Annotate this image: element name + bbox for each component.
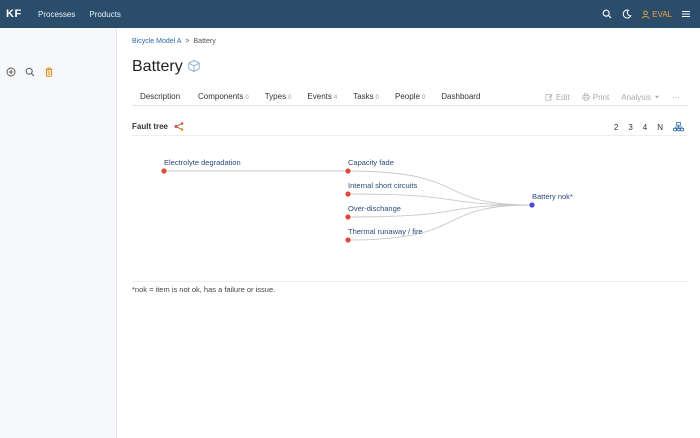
tree-node-battery-nok[interactable] bbox=[529, 202, 535, 208]
page-title: Battery bbox=[132, 58, 201, 76]
add-circle-icon[interactable] bbox=[5, 66, 16, 77]
tab-bar: Description Components 0 Types 0 Events 4 T… bbox=[132, 88, 688, 106]
breadcrumb-separator: > bbox=[185, 38, 190, 45]
breadcrumb-parent[interactable]: Bicycle Model A bbox=[132, 38, 181, 45]
sidebar-tools bbox=[5, 66, 54, 77]
tree-label[interactable]: Electrolyte degradation bbox=[164, 158, 241, 167]
tree-node-electrolyte-degradation[interactable] bbox=[161, 168, 167, 174]
breadcrumb-current: Battery bbox=[193, 38, 216, 45]
depth-button-2[interactable]: 2 bbox=[614, 123, 618, 132]
tab-label: Components bbox=[198, 92, 244, 101]
tree-label[interactable]: Capacity fade bbox=[348, 158, 394, 167]
caret-down-icon bbox=[654, 95, 660, 99]
hierarchy-icon[interactable] bbox=[673, 122, 684, 132]
section-title: Fault tree bbox=[132, 122, 169, 131]
user-menu[interactable]: EVAL bbox=[641, 10, 672, 19]
tab-events[interactable]: Events 4 bbox=[307, 92, 337, 101]
top-navbar: KF Processes Products EVAL bbox=[0, 0, 700, 28]
tree-node-over-dischange[interactable] bbox=[345, 214, 351, 220]
tab-description[interactable]: Description bbox=[140, 92, 182, 101]
fault-tree-diagram: Electrolyte degradation Capacity fade In… bbox=[161, 158, 573, 243]
tab-count: 0 bbox=[375, 95, 380, 101]
tab-count: 0 bbox=[421, 95, 426, 101]
tree-label[interactable]: Internal short circuits bbox=[348, 181, 417, 190]
sidebar bbox=[0, 28, 117, 438]
menu-icon[interactable] bbox=[680, 8, 692, 20]
moon-icon[interactable] bbox=[621, 8, 633, 20]
tab-people[interactable]: People 0 bbox=[395, 92, 425, 101]
analysis-dropdown[interactable]: Analysis bbox=[621, 93, 660, 102]
more-button[interactable]: ··· bbox=[672, 93, 680, 102]
fault-tree-icon bbox=[174, 122, 184, 131]
depth-button-4[interactable]: 4 bbox=[643, 123, 647, 132]
tree-label[interactable]: Over-dischange bbox=[348, 204, 401, 213]
depth-button-n[interactable]: N bbox=[657, 123, 663, 132]
tree-node-internal-short-circuits[interactable] bbox=[345, 191, 351, 197]
tree-label[interactable]: Battery nok* bbox=[532, 192, 573, 201]
depth-button-3[interactable]: 3 bbox=[628, 123, 632, 132]
analysis-label: Analysis bbox=[621, 92, 651, 102]
tree-node-capacity-fade[interactable] bbox=[345, 168, 351, 174]
edit-button[interactable]: Edit bbox=[545, 93, 570, 102]
nav-products[interactable]: Products bbox=[89, 10, 121, 19]
tab-tasks[interactable]: Tasks 0 bbox=[353, 92, 379, 101]
trash-icon[interactable] bbox=[43, 66, 54, 77]
tab-actions: Edit Print Analysis ··· bbox=[545, 88, 680, 106]
tab-label: Description bbox=[140, 92, 181, 101]
tab-count: 0 bbox=[245, 95, 249, 101]
footnote: *nok = item is not ok, has a failure or … bbox=[132, 281, 688, 294]
tab-count: 4 bbox=[333, 95, 338, 101]
tree-label[interactable]: Thermal runaway / fire bbox=[348, 227, 423, 236]
breadcrumb: Bicycle Model A > Battery bbox=[132, 38, 216, 45]
user-label: EVAL bbox=[652, 9, 672, 19]
depth-controls: 2 3 4 N bbox=[614, 118, 684, 136]
nav-processes[interactable]: Processes bbox=[38, 10, 75, 19]
print-icon bbox=[582, 93, 590, 101]
edit-icon bbox=[545, 94, 553, 101]
tab-label: Events bbox=[307, 92, 332, 101]
page-title-text: Battery bbox=[132, 58, 183, 75]
cube-icon bbox=[187, 59, 201, 75]
search-icon[interactable] bbox=[24, 66, 35, 77]
tab-dashboard[interactable]: Dashboard bbox=[441, 92, 482, 101]
tab-label: Types bbox=[264, 92, 287, 101]
tab-components[interactable]: Components 0 bbox=[198, 92, 249, 101]
fault-tree-header: Fault tree 2 3 4 N bbox=[132, 118, 688, 136]
tree-node-thermal-runaway[interactable] bbox=[345, 237, 351, 243]
tab-label: Tasks bbox=[353, 92, 374, 101]
edit-label: Edit bbox=[555, 92, 570, 102]
brand-logo[interactable]: KF bbox=[6, 8, 32, 20]
print-button[interactable]: Print bbox=[582, 93, 609, 102]
print-label: Print bbox=[592, 92, 610, 102]
tab-types[interactable]: Types 0 bbox=[265, 92, 292, 101]
tab-count: 0 bbox=[288, 95, 292, 101]
topbar-actions: EVAL bbox=[601, 0, 692, 28]
tab-label: People bbox=[395, 92, 420, 101]
user-icon bbox=[641, 10, 650, 19]
search-icon[interactable] bbox=[601, 8, 613, 20]
tab-label: Dashboard bbox=[441, 92, 481, 101]
